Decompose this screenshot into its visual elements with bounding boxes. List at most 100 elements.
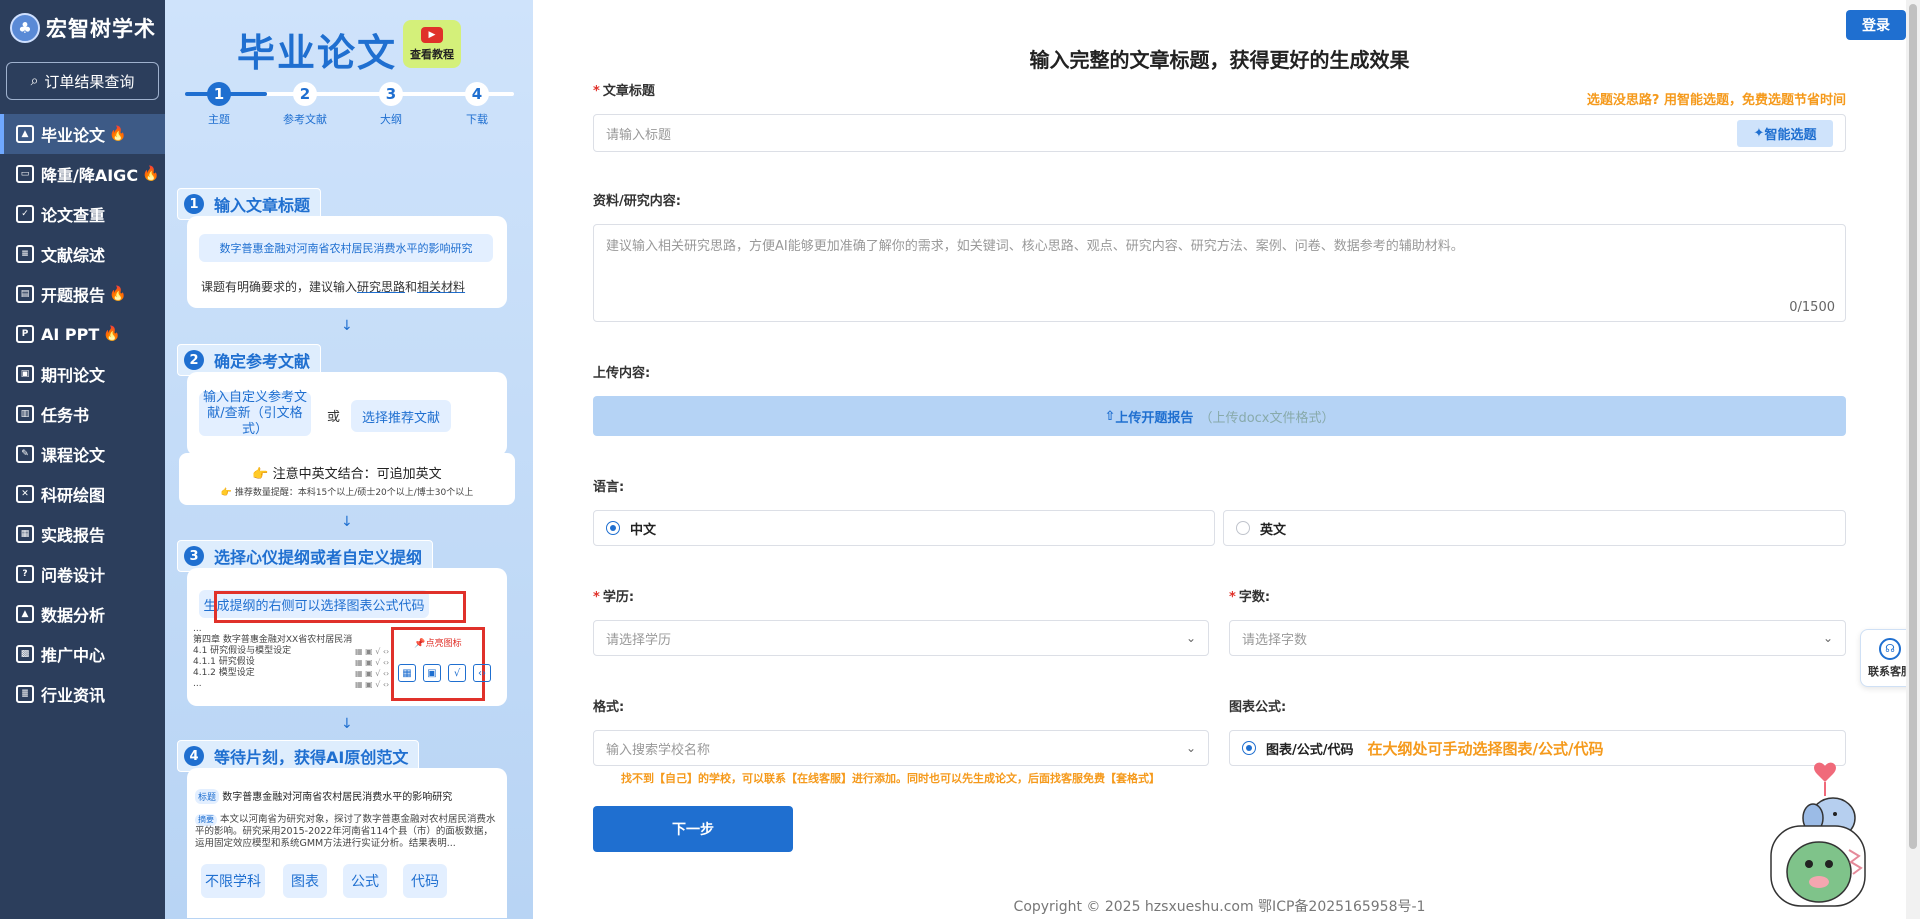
sidebar-item-news[interactable]: ≣ 行业资讯: [0, 674, 165, 714]
material-textarea[interactable]: 建议输入相关研究思路，方便AI能够更加准确了解你的需求，如关键词、核心思路、观点…: [593, 224, 1846, 322]
sidebar-item-label: 降重/降AIGC: [41, 166, 139, 185]
scrollbar-thumb[interactable]: [1909, 4, 1917, 849]
sidebar-item-plagiarism[interactable]: ✓ 论文查重: [0, 194, 165, 234]
step-number: 1: [207, 82, 231, 106]
page-headline: 输入完整的文章标题，获得更好的生成效果: [1029, 48, 1410, 72]
doc-check-icon: ✓: [16, 205, 34, 223]
step-label: 参考文献: [283, 113, 327, 126]
or-text: 或: [327, 410, 341, 425]
sidebar-item-label: 开题报告: [41, 286, 106, 305]
sidebar-item-practice[interactable]: ▦ 实践报告: [0, 514, 165, 554]
down-arrow-icon: ↓: [341, 318, 353, 334]
logo[interactable]: ♣ 宏智树学术: [0, 0, 165, 56]
sidebar-item-label: 数据分析: [41, 606, 106, 625]
feature-chip: 代码: [403, 864, 447, 898]
count-text: 推荐数量提醒：本科15个以上/硕士20个以上/博士30个以上: [234, 488, 474, 498]
words-select[interactable]: 请选择字数 ⌄: [1229, 620, 1846, 656]
smart-topic-tip[interactable]: 选题没思路? 用智能选题，免费选题节省时间: [1587, 89, 1846, 108]
progress-steps: 1 主题 2 参考文献 3 大纲 4 下载: [177, 82, 522, 132]
next-button[interactable]: 下一步: [593, 806, 793, 852]
sidebar-item-label: AI PPT: [41, 324, 100, 344]
sidebar-item-thesis[interactable]: ▲ 毕业论文 🔥: [0, 114, 165, 154]
main-form: 登录 输入完整的文章标题，获得更好的生成效果 * 文章标题 选题没思路? 用智能选…: [533, 0, 1906, 919]
journal-icon: ▣: [16, 365, 34, 383]
order-query-button[interactable]: ⌕ 订单结果查询: [6, 62, 159, 100]
edit-doc-icon: ✎: [16, 445, 34, 463]
section-number: 4: [184, 746, 204, 766]
chart-icon: ▲: [16, 605, 34, 623]
char-counter: 0/1500: [1789, 300, 1835, 315]
chart-formula-option[interactable]: 图表/公式/代码 在大纲处可手动选择图表/公式/代码: [1229, 730, 1846, 766]
school-format-select[interactable]: 输入搜索学校名称 ⌄: [593, 730, 1209, 766]
mascot-illustration[interactable]: [1763, 760, 1873, 910]
sidebar-item-rewrite[interactable]: ▭ 降重/降AIGC 🔥: [0, 154, 165, 194]
section-number: 3: [184, 546, 204, 566]
language-option-zh[interactable]: 中文: [593, 510, 1215, 546]
sidebar-item-course[interactable]: ✎ 课程论文: [0, 434, 165, 474]
radio-checked-icon: [1242, 741, 1256, 755]
education-select[interactable]: 请选择学历 ⌄: [593, 620, 1209, 656]
formula-icon[interactable]: √: [448, 664, 466, 682]
sidebar: ♣ 宏智树学术 ⌕ 订单结果查询 ▲ 毕业论文 🔥 ▭ 降重/降AIGC 🔥 ✓ 论文查重…: [0, 0, 165, 919]
outline-line: 第四章 数字普惠金融对XX省农村居民消: [193, 635, 353, 645]
step-number: 4: [465, 82, 489, 106]
upload-icon: ⇧: [1104, 408, 1116, 424]
count-reminder: 👉 推荐数量提醒：本科15个以上/硕士20个以上/博士30个以上: [179, 485, 515, 498]
step-download: 4 下载: [447, 82, 507, 127]
sparkle-icon: ✦: [1753, 126, 1765, 141]
sidebar-item-analysis[interactable]: ▲ 数据分析: [0, 594, 165, 634]
upload-hint: （上传docx文件格式）: [1199, 410, 1335, 426]
step-label: 主题: [208, 113, 230, 126]
radio-unchecked-icon: [1236, 521, 1250, 535]
login-button[interactable]: 登录: [1846, 10, 1906, 40]
outline-line: 4.1.2 模型设定: [193, 668, 255, 678]
format-tip: 找不到【自己】的学校，可以联系【在线客服】进行添加。同时也可以先生成论文，后面找…: [621, 772, 1160, 785]
upload-proposal-button[interactable]: ⇧ 上传开题报告 （上传docx文件格式）: [593, 396, 1846, 436]
survey-icon: ?: [16, 565, 34, 583]
sidebar-item-task[interactable]: ▥ 任务书: [0, 394, 165, 434]
chart-tip: 在大纲处可手动选择图表/公式/代码: [1367, 739, 1604, 758]
search-icon: ⌕: [30, 73, 39, 89]
pointing-hand-icon: 👉: [252, 467, 269, 482]
outline-line: ...: [193, 679, 202, 689]
sidebar-item-label: 期刊论文: [41, 366, 106, 385]
sample-title-row: 标题 数字普惠金融对河南省农村居民消费水平的影响研究: [195, 788, 452, 804]
note-text: 注意中英文结合：可追加英文: [272, 467, 442, 482]
outline-line: 4.1.1 研究假设: [193, 657, 255, 667]
title-input[interactable]: 请输入标题 ✦ 智能选题: [593, 114, 1846, 152]
sidebar-item-proposal[interactable]: ▤ 开题报告 🔥: [0, 274, 165, 314]
down-arrow-icon: ↓: [341, 514, 353, 530]
sidebar-item-promotion[interactable]: ▩ 推广中心: [0, 634, 165, 674]
smart-topic-button[interactable]: ✦ 智能选题: [1737, 120, 1833, 147]
sidebar-item-survey[interactable]: ? 问卷设计: [0, 554, 165, 594]
section-number: 1: [184, 194, 204, 214]
school-placeholder: 输入搜索学校名称: [606, 742, 711, 758]
image-icon[interactable]: ▣: [423, 664, 441, 682]
step-outline: 3 大纲: [361, 82, 421, 127]
section-1-card: 数字普惠金融对河南省农村居民消费水平的影响研究 课题有明确要求的，建议输入研究思…: [187, 216, 507, 308]
sidebar-item-label: 毕业论文: [41, 126, 106, 145]
sidebar-item-ppt[interactable]: P AI PPT 🔥: [0, 314, 165, 354]
tree-logo-icon: ♣: [10, 13, 40, 43]
tools-icon: ✕: [16, 485, 34, 503]
table-icon[interactable]: ▦: [398, 664, 416, 682]
page-scrollbar[interactable]: [1906, 0, 1920, 919]
list-icon: ≡: [16, 245, 34, 263]
sidebar-item-drawing[interactable]: ✕ 科研绘图: [0, 474, 165, 514]
sidebar-nav: ▲ 毕业论文 🔥 ▭ 降重/降AIGC 🔥 ✓ 论文查重 ≡ 文献综述 ▤ 开题报告 🔥 P AI…: [0, 114, 165, 714]
sidebar-item-label: 任务书: [41, 406, 90, 425]
recommend-reference-chip: 选择推荐文献: [351, 400, 451, 432]
sidebar-item-journal[interactable]: ▣ 期刊论文: [0, 354, 165, 394]
language-option-en[interactable]: 英文: [1223, 510, 1846, 546]
smart-topic-label: 智能选题: [1764, 128, 1817, 143]
grid-icon: ▩: [16, 645, 34, 663]
sidebar-item-review[interactable]: ≡ 文献综述: [0, 234, 165, 274]
pointing-hand-icon: 👉: [220, 488, 232, 498]
fire-icon: 🔥: [109, 126, 127, 142]
material-placeholder: 建议输入相关研究思路，方便AI能够更加准确了解你的需求，如关键词、核心思路、观点…: [606, 239, 1464, 254]
step-label: 下载: [466, 113, 488, 126]
upload-button-label: 上传开题报告: [1115, 410, 1194, 426]
tutorial-button[interactable]: ▶ 查看教程: [403, 20, 461, 68]
code-icon[interactable]: ‹›: [473, 664, 491, 682]
light-icon-text: 点亮图标: [425, 639, 462, 649]
